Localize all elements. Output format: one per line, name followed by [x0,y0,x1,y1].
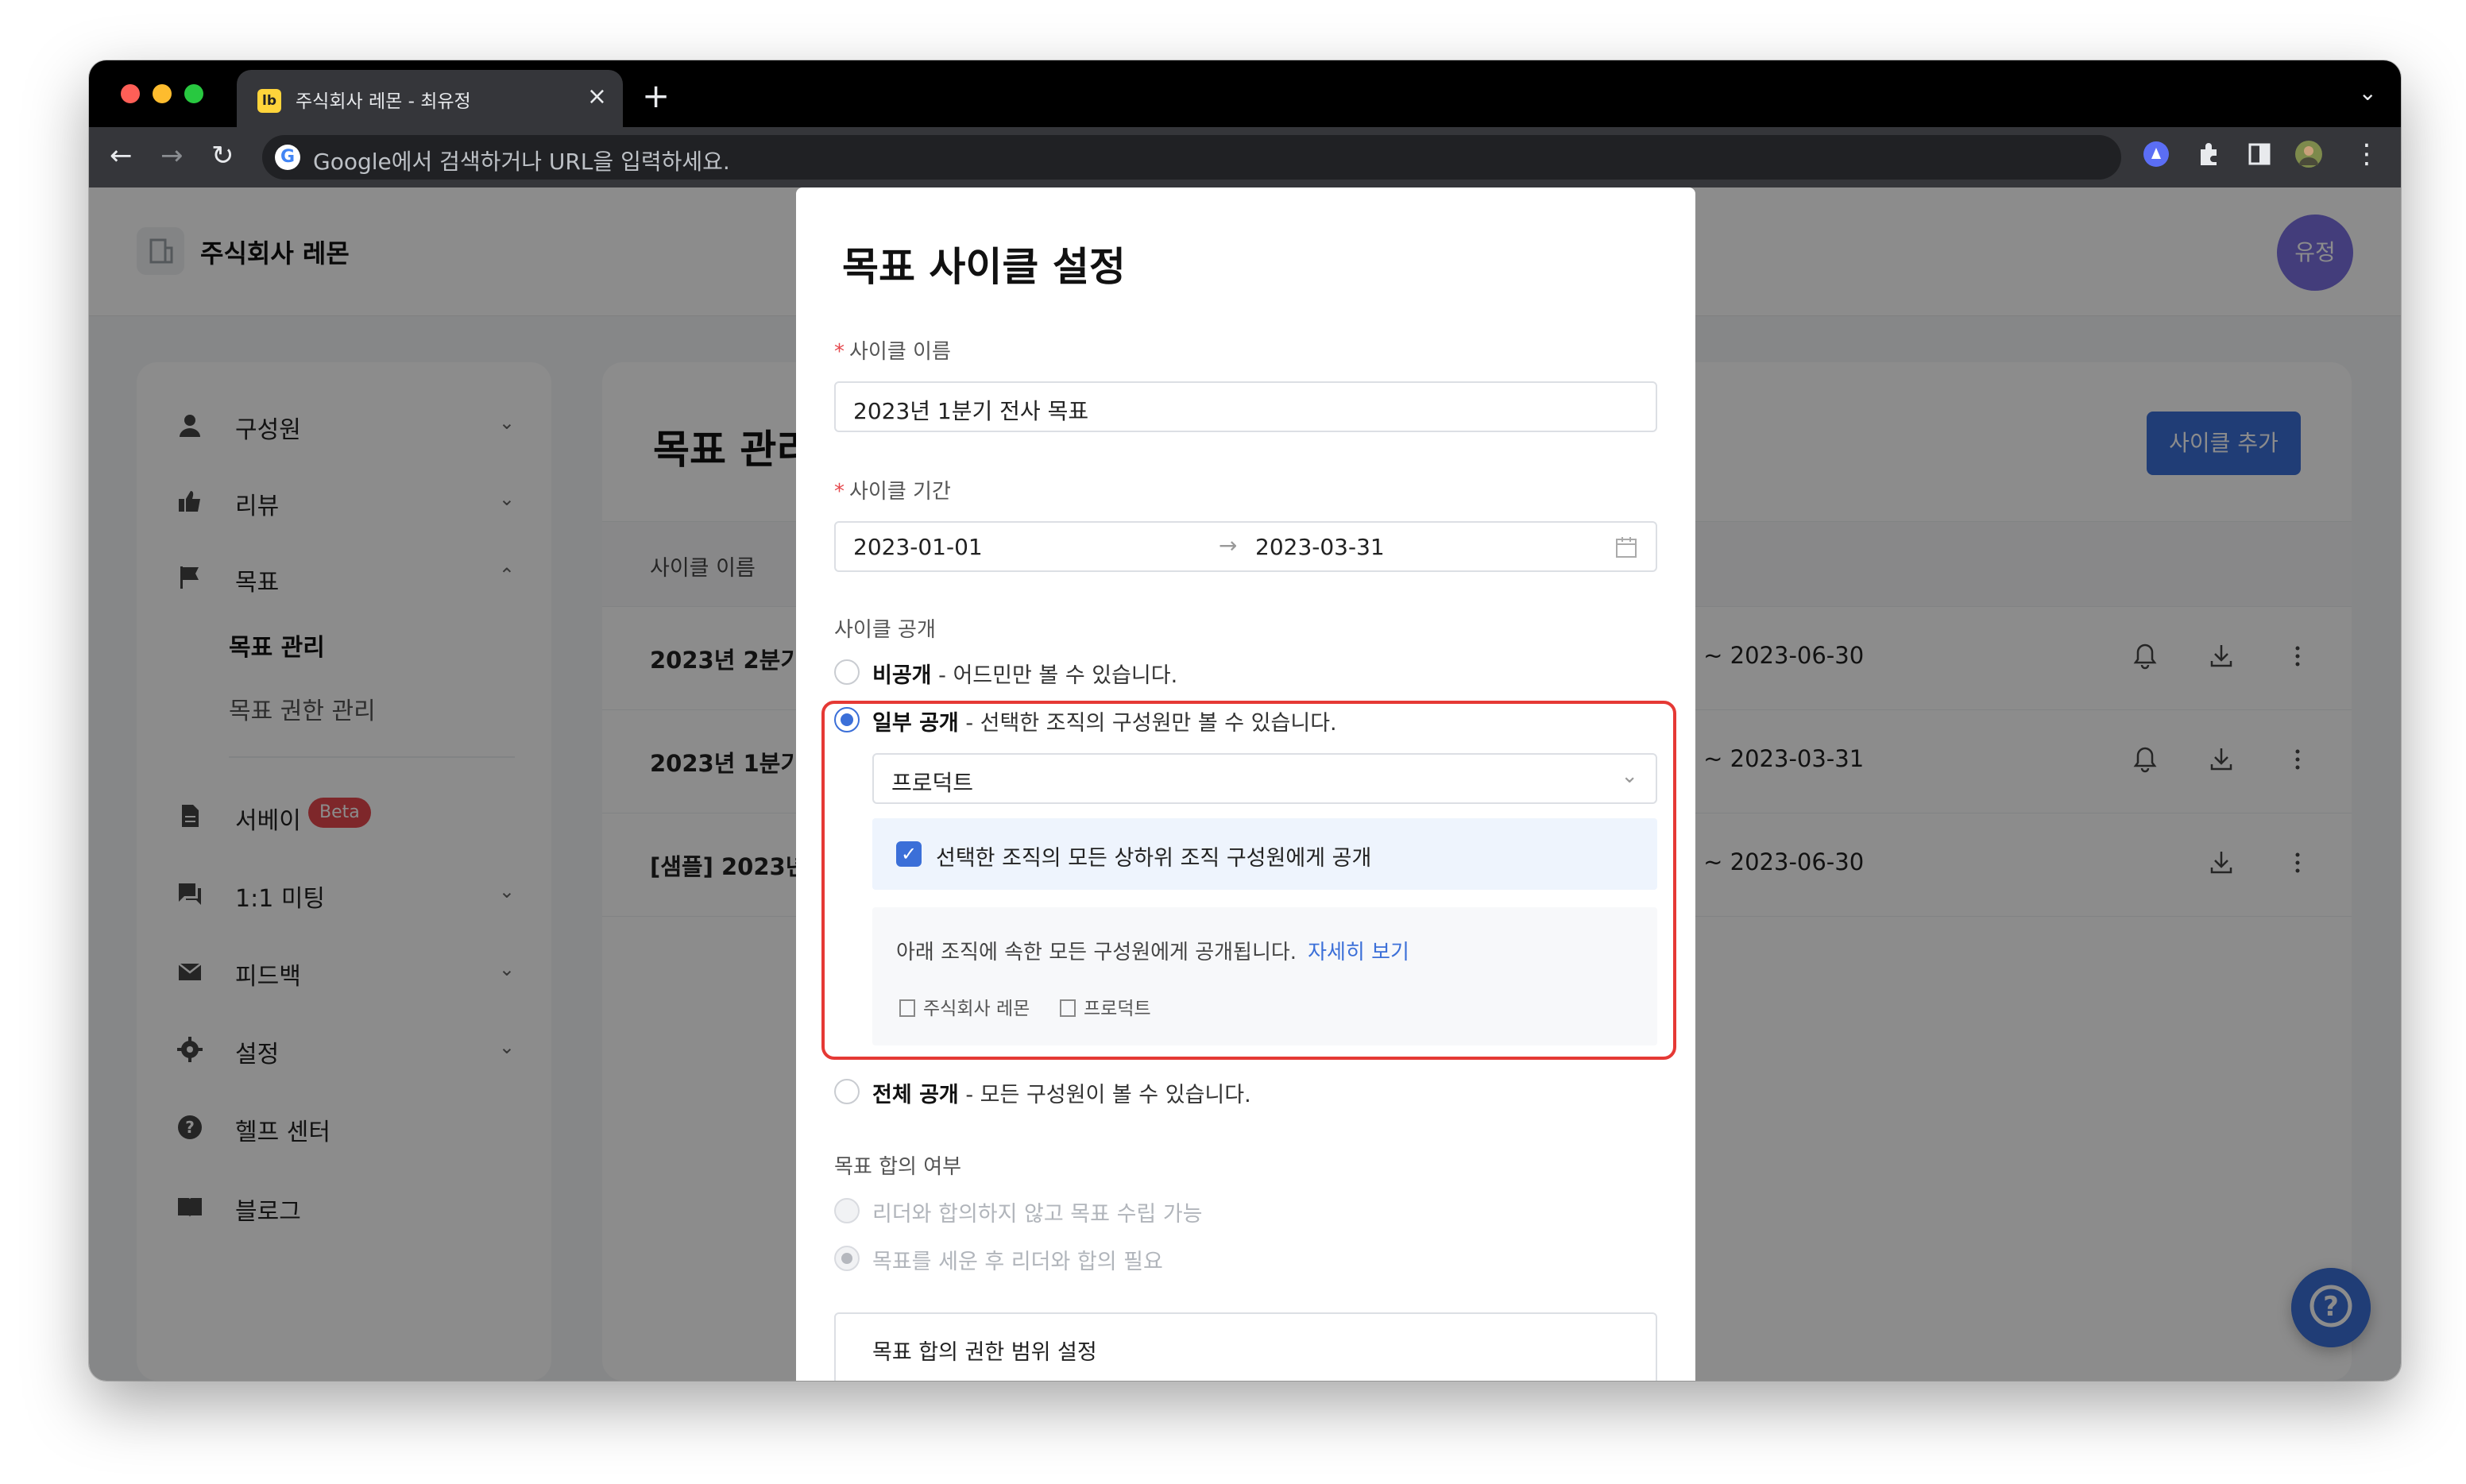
building-icon [899,999,915,1017]
close-window-button[interactable] [121,84,140,103]
include-sub-orgs-label: 선택한 조직의 모든 상하위 조직 구성원에게 공개 [936,846,1372,871]
cycle-settings-modal: 목표 사이클 설정 * 사이클 이름 2023년 1분기 전사 목표 * 사이클 기… [796,187,1695,1381]
browser-tab[interactable]: lb 주식회사 레몬 - 최유정 × [237,70,623,127]
agreement-label: 목표 합의 여부 [834,1155,962,1179]
menu-kebab-icon[interactable]: ⋮ [2353,140,2380,168]
extension-icon[interactable] [2142,140,2170,168]
include-sub-orgs-checkbox[interactable]: ✓ [896,841,922,867]
google-icon: G [275,145,300,170]
range-arrow-icon: → [1219,532,1238,558]
public-title: 전체 공개 [872,1083,959,1107]
date-range-picker[interactable]: 2023-01-01 → 2023-03-31 [834,521,1657,572]
tab-bar: lb 주식회사 레몬 - 최유정 × + ⌄ [89,60,2401,127]
tab-title: 주식회사 레몬 - 최유정 [296,91,471,112]
info-text: 아래 조직에 속한 모든 구성원에게 공개됩니다. 자세히 보기 [896,936,1409,965]
reload-icon[interactable]: ↻ [211,141,234,170]
address-bar[interactable]: G Google에서 검색하거나 URL을 입력하세요. [262,135,2121,180]
cycle-period-label-text: 사이클 기간 [849,480,951,504]
include-sub-orgs-row[interactable]: ✓ 선택한 조직의 모든 상하위 조직 구성원에게 공개 [872,818,1657,890]
back-icon[interactable]: ← [110,141,133,170]
app-root: 주식회사 레몬 유정 구성원 ⌄ 리뷰 ⌄ 목표 ⌃ 목표 관리 목표 권한 관… [89,187,2401,1381]
tab-close-icon[interactable]: × [587,83,607,110]
favicon-icon: lb [257,89,281,113]
org-select-value: 프로덕트 [891,770,974,796]
public-radio[interactable] [834,1079,860,1104]
cycle-name-value: 2023년 1분기 전사 목표 [853,398,1089,424]
cycle-name-label: * 사이클 이름 [834,335,951,365]
required-marker: * [834,340,845,364]
modal-title: 목표 사이클 설정 [842,244,1126,290]
start-date-value[interactable]: 2023-01-01 [853,534,983,560]
maximize-window-button[interactable] [184,84,203,103]
tab-list-chevron-icon[interactable]: ⌄ [2359,79,2377,106]
side-panel-icon[interactable] [2245,140,2274,168]
address-placeholder: Google에서 검색하거나 URL을 입력하세요. [313,149,730,175]
cycle-name-label-text: 사이클 이름 [849,340,951,364]
org-select[interactable]: 프로덕트 ⌄ [872,753,1657,804]
public-option[interactable]: 전체 공개 - 모든 구성원이 볼 수 있습니다. [872,1077,1251,1108]
forward-icon[interactable]: → [160,141,184,170]
puzzle-icon[interactable] [2194,140,2223,168]
chevron-down-icon: ⌄ [1621,764,1638,788]
agreement-scope-section[interactable]: 목표 합의 권한 범위 설정 [834,1312,1657,1381]
agreement-option-2[interactable]: 목표를 세운 후 리더와 합의 필요 [872,1244,1163,1275]
agreement-option-1[interactable]: 리더와 합의하지 않고 목표 수립 가능 [872,1196,1203,1227]
building-icon [1060,999,1076,1017]
org-tag: 프로덕트 [1060,993,1151,1020]
required-marker: * [834,480,845,504]
public-desc: - 모든 구성원이 볼 수 있습니다. [965,1083,1251,1107]
cycle-name-input[interactable]: 2023년 1분기 전사 목표 [834,381,1657,432]
agreement-option-1-radio[interactable] [834,1198,860,1223]
browser-toolbar: ← → ↻ G Google에서 검색하거나 URL을 입력하세요. ⋮ [89,127,2401,187]
private-desc: - 어드민만 볼 수 있습니다. [938,663,1178,688]
visibility-label: 사이클 공개 [834,618,936,642]
minimize-window-button[interactable] [153,84,172,103]
cycle-period-label: * 사이클 기간 [834,475,951,504]
agreement-option-2-radio[interactable] [834,1246,860,1271]
private-title: 비공개 [872,663,932,688]
calendar-icon [1616,537,1637,558]
agreement-scope-label: 목표 합의 권한 범위 설정 [872,1340,1097,1365]
learn-more-link[interactable]: 자세히 보기 [1308,941,1409,964]
org-tag-label: 프로덕트 [1084,999,1151,1019]
end-date-value[interactable]: 2023-03-31 [1255,534,1385,560]
private-radio[interactable] [834,659,860,685]
org-tag-label: 주식회사 레몬 [923,999,1030,1019]
info-message: 아래 조직에 속한 모든 구성원에게 공개됩니다. [896,941,1297,964]
new-tab-icon[interactable]: + [642,79,670,113]
visibility-info-box: 아래 조직에 속한 모든 구성원에게 공개됩니다. 자세히 보기 주식회사 레몬 … [872,907,1657,1045]
browser-window: lb 주식회사 레몬 - 최유정 × + ⌄ ← → ↻ G Google에서 … [89,60,2401,1381]
profile-icon[interactable] [2294,140,2323,168]
private-option[interactable]: 비공개 - 어드민만 볼 수 있습니다. [872,658,1177,689]
org-tag: 주식회사 레몬 [899,993,1030,1020]
